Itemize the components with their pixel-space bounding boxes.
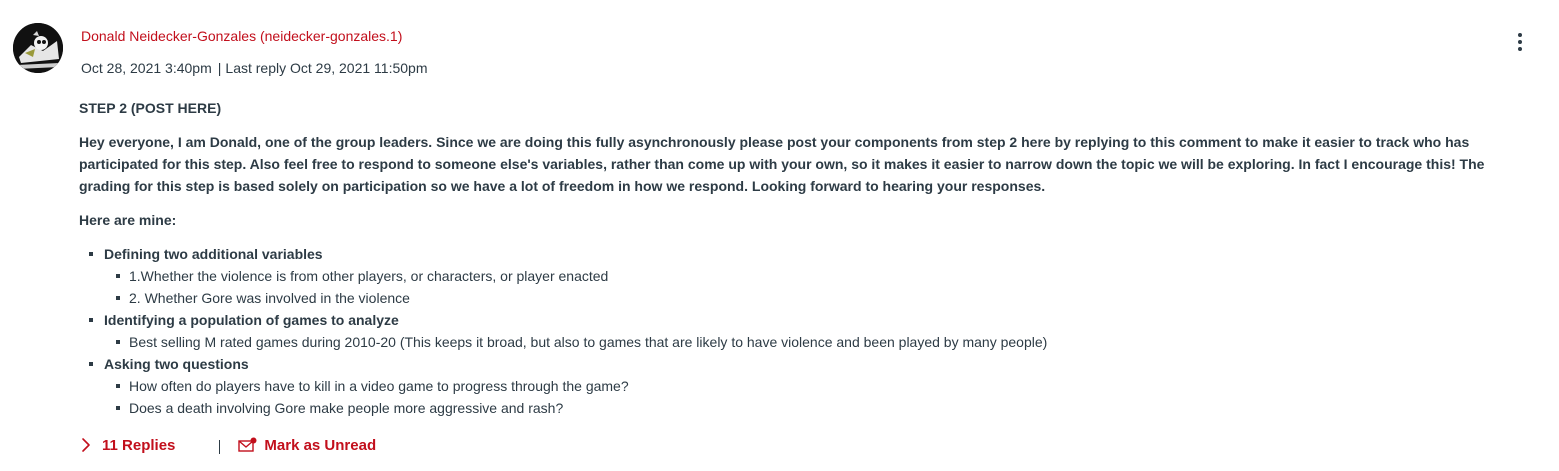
last-reply-date: Last reply Oct 29, 2021 11:50pm — [225, 60, 428, 76]
kebab-menu-icon[interactable] — [1511, 33, 1529, 55]
list-item-label: Identifying a population of games to ana… — [104, 312, 399, 328]
footer-divider — [219, 440, 221, 454]
post-footer: 11 Replies Mark as Unread — [80, 434, 376, 456]
sub-list-item: 2. Whether Gore was involved in the viol… — [116, 287, 1539, 309]
replies-button[interactable]: 11 Replies — [80, 437, 175, 454]
avatar-image — [13, 23, 63, 73]
sub-list: Best selling M rated games during 2010-2… — [104, 331, 1539, 353]
list-item-label: Defining two additional variables — [104, 246, 323, 262]
post-meta: Oct 28, 2021 3:40pm | Last reply Oct 29, 2… — [81, 60, 428, 76]
replies-label: 11 Replies — [102, 436, 176, 454]
post-title: STEP 2 (POST HERE) — [79, 100, 222, 116]
mark-as-unread-label: Mark as Unread — [264, 436, 377, 454]
post-body: STEP 2 (POST HERE) Hey everyone, I am Do… — [79, 97, 1539, 419]
components-list: Defining two additional variables 1.Whet… — [79, 243, 1539, 419]
sub-list-item: How often do players have to kill in a v… — [116, 375, 1539, 397]
sub-list: 1.Whether the violence is from other pla… — [104, 265, 1539, 309]
list-item: Identifying a population of games to ana… — [89, 309, 1539, 353]
posted-date: Oct 28, 2021 3:40pm — [81, 60, 212, 76]
list-item: Asking two questions How often do player… — [89, 353, 1539, 419]
post-intro: Hey everyone, I am Donald, one of the gr… — [79, 134, 1485, 194]
author-link[interactable]: Donald Neidecker-Gonzales (neidecker-gon… — [81, 28, 402, 44]
envelope-unread-icon — [238, 437, 257, 452]
sub-list-item: Does a death involving Gore make people … — [116, 397, 1539, 419]
list-item: Defining two additional variables 1.Whet… — [89, 243, 1539, 309]
meta-separator: | — [217, 60, 222, 76]
list-item-label: Asking two questions — [104, 356, 249, 372]
here-are-mine: Here are mine: — [79, 212, 177, 228]
sub-list: How often do players have to kill in a v… — [104, 375, 1539, 419]
sub-list-item: 1.Whether the violence is from other pla… — [116, 265, 1539, 287]
chevron-right-icon — [82, 438, 90, 452]
mark-as-unread-button[interactable]: Mark as Unread — [238, 437, 376, 454]
avatar[interactable] — [13, 23, 63, 73]
sub-list-item: Best selling M rated games during 2010-2… — [116, 331, 1539, 353]
